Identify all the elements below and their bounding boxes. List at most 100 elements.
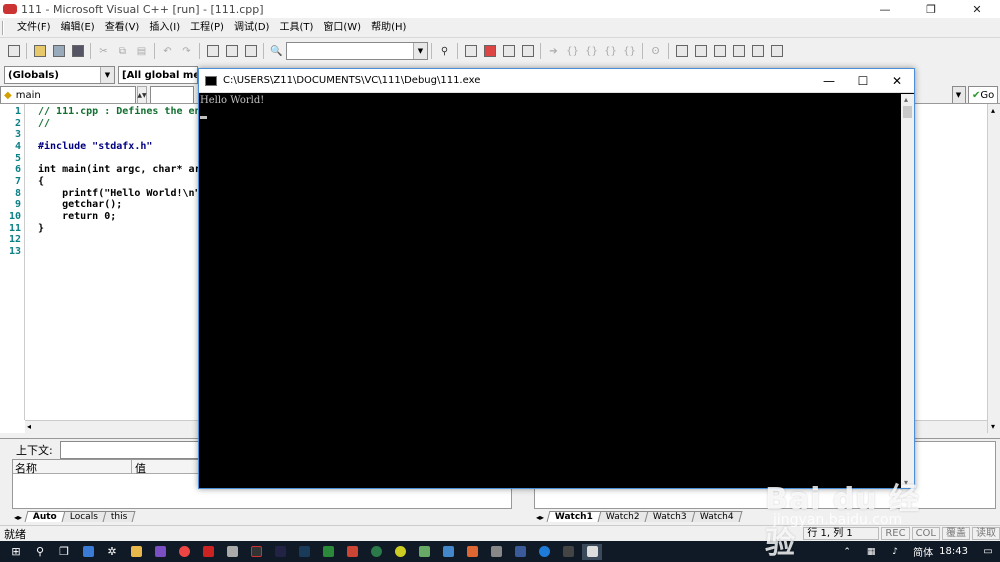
tab-this[interactable]: this <box>102 511 136 522</box>
menu-tools[interactable]: 工具(T) <box>274 18 318 38</box>
console-title-bar[interactable]: C:\USERS\Z11\DOCUMENTS\VC\111\Debug\111.… <box>199 69 914 93</box>
app-icon[interactable] <box>222 544 242 560</box>
undo-icon[interactable]: ↶ <box>159 43 176 60</box>
app-icon[interactable] <box>318 544 338 560</box>
app-icon[interactable] <box>558 544 578 560</box>
menu-help[interactable]: 帮助(H) <box>366 18 411 38</box>
watch-window-icon[interactable] <box>673 43 690 60</box>
settings-gear-icon[interactable]: ✲ <box>102 544 122 560</box>
app-icon[interactable] <box>510 544 530 560</box>
scope-combo[interactable]: (Globals) ▼ <box>4 66 115 84</box>
column-value-header[interactable]: 值 <box>131 460 146 475</box>
column-name-header[interactable]: 名称 <box>15 460 37 476</box>
build-icon[interactable] <box>481 43 498 60</box>
app-icon[interactable] <box>438 544 458 560</box>
execute-icon[interactable] <box>519 43 536 60</box>
notifications-icon[interactable]: ▭ <box>978 544 998 560</box>
scroll-up-icon[interactable]: ▴ <box>904 95 908 104</box>
restore-button[interactable]: ❐ <box>908 0 954 18</box>
spin-arrows-icon[interactable]: ▲▼ <box>137 86 147 104</box>
visual-studio-icon[interactable] <box>150 544 170 560</box>
console-window[interactable]: C:\USERS\Z11\DOCUMENTS\VC\111\Debug\111.… <box>198 68 915 489</box>
save-icon[interactable] <box>50 43 67 60</box>
tab-auto[interactable]: Auto <box>24 511 66 522</box>
scroll-thumb[interactable] <box>903 106 912 118</box>
edge-icon[interactable] <box>534 544 554 560</box>
go-dropdown[interactable]: ▼ <box>952 86 966 104</box>
tray-chevron-up-icon[interactable]: ⌃ <box>837 544 857 560</box>
save-all-icon[interactable] <box>69 43 86 60</box>
menu-window[interactable]: 窗口(W) <box>318 18 366 38</box>
menu-insert[interactable]: 插入(I) <box>144 18 185 38</box>
app-icon[interactable] <box>414 544 434 560</box>
minimize-button[interactable]: — <box>862 0 908 18</box>
stop-build-icon[interactable] <box>500 43 517 60</box>
store-icon[interactable] <box>78 544 98 560</box>
paste-icon[interactable]: ▤ <box>133 43 150 60</box>
new-file-icon[interactable] <box>5 43 22 60</box>
chrome-icon[interactable] <box>174 544 194 560</box>
console-vertical-scrollbar[interactable]: ▴ ▾ <box>901 94 914 488</box>
copy-icon[interactable]: ⧉ <box>114 43 131 60</box>
app-icon[interactable] <box>342 544 362 560</box>
members-combo[interactable]: [All global memb <box>118 66 198 84</box>
clock[interactable]: 18:43 <box>939 546 968 557</box>
app-icon[interactable] <box>462 544 482 560</box>
run-to-cursor-icon[interactable]: {} <box>621 43 638 60</box>
output-window-icon[interactable] <box>223 43 240 60</box>
go-debug-icon[interactable]: ➔ <box>545 43 562 60</box>
cut-icon[interactable]: ✂ <box>95 43 112 60</box>
scroll-down-icon[interactable]: ▾ <box>991 422 995 431</box>
tab-watch1[interactable]: Watch1 <box>546 511 602 522</box>
scroll-down-icon[interactable]: ▾ <box>904 478 908 487</box>
task-view-icon[interactable]: ❐ <box>54 544 74 560</box>
volume-icon[interactable]: ♪ <box>885 544 905 560</box>
step-out-icon[interactable]: {} <box>602 43 619 60</box>
editor-vertical-scrollbar[interactable]: ▴ ▾ <box>987 104 1000 433</box>
function-filter-input[interactable] <box>150 86 194 104</box>
workspace-icon[interactable] <box>204 43 221 60</box>
compile-icon[interactable] <box>462 43 479 60</box>
scroll-up-icon[interactable]: ▴ <box>991 106 995 115</box>
scroll-left-icon[interactable]: ◂ <box>27 422 31 431</box>
console-task-icon[interactable] <box>582 543 602 560</box>
input-language[interactable]: 简体 <box>913 544 933 559</box>
app-icon[interactable] <box>294 544 314 560</box>
quick-watch-icon[interactable]: ʘ <box>647 43 664 60</box>
registers-window-icon[interactable] <box>711 43 728 60</box>
app-icon[interactable] <box>270 544 290 560</box>
console-maximize-button[interactable]: ☐ <box>846 74 880 88</box>
find-binoculars-icon[interactable]: ⚲ <box>436 43 453 60</box>
network-icon[interactable]: ▦ <box>861 544 881 560</box>
open-folder-icon[interactable] <box>31 43 48 60</box>
go-button[interactable]: ✔ Go <box>968 86 998 104</box>
function-combo[interactable]: ◆ main <box>0 86 136 104</box>
close-button[interactable]: ✕ <box>954 0 1000 18</box>
acrobat-icon[interactable] <box>198 544 218 560</box>
menu-file[interactable]: 文件(F) <box>12 18 56 38</box>
disassembly-icon[interactable] <box>768 43 785 60</box>
find-in-files-icon[interactable]: 🔍 <box>268 43 285 60</box>
tab-scroll-icon[interactable]: ◂▸ <box>536 513 544 522</box>
app-icon[interactable] <box>390 544 410 560</box>
memory-window-icon[interactable] <box>730 43 747 60</box>
console-minimize-button[interactable]: — <box>812 74 846 88</box>
variables-window-icon[interactable] <box>692 43 709 60</box>
call-stack-icon[interactable] <box>749 43 766 60</box>
find-combo[interactable]: ▼ <box>286 42 428 60</box>
tab-locals[interactable]: Locals <box>61 511 107 522</box>
search-icon[interactable]: ⚲ <box>30 544 50 560</box>
console-close-button[interactable]: ✕ <box>880 74 914 88</box>
tab-scroll-icon[interactable]: ◂▸ <box>14 513 22 522</box>
app-icon[interactable] <box>246 544 266 560</box>
app-icon[interactable] <box>486 544 506 560</box>
tab-watch2[interactable]: Watch2 <box>597 511 649 522</box>
app-icon[interactable] <box>366 544 386 560</box>
window-list-icon[interactable] <box>242 43 259 60</box>
tab-watch3[interactable]: Watch3 <box>644 511 696 522</box>
menu-debug[interactable]: 调试(D) <box>229 18 275 38</box>
menu-view[interactable]: 查看(V) <box>100 18 145 38</box>
menu-project[interactable]: 工程(P) <box>185 18 229 38</box>
menu-edit[interactable]: 编辑(E) <box>56 18 100 38</box>
start-windows-icon[interactable]: ⊞ <box>6 544 26 560</box>
